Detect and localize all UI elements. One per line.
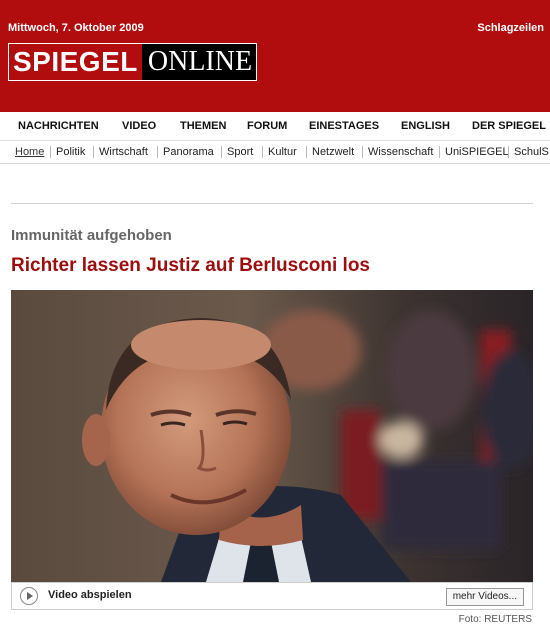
content-divider [11, 203, 533, 204]
nav-forum[interactable]: FORUM [247, 112, 287, 140]
subnav-schulspiegel[interactable]: SchulS [511, 141, 550, 163]
subnav-separator [221, 146, 222, 158]
article-kicker: Immunität aufgehoben [11, 227, 172, 244]
subnav-sport[interactable]: Sport [224, 141, 256, 163]
nav-themen[interactable]: THEMEN [180, 112, 226, 140]
subnav-panorama[interactable]: Panorama [160, 141, 217, 163]
subnav-politik[interactable]: Politik [53, 141, 88, 163]
nav-der-spiegel[interactable]: DER SPIEGEL [472, 112, 546, 140]
subnav-wissenschaft[interactable]: Wissenschaft [365, 141, 436, 163]
nav-video[interactable]: VIDEO [122, 112, 156, 140]
subnav-separator [508, 146, 509, 158]
current-date: Mittwoch, 7. Oktober 2009 [8, 22, 144, 34]
subnav-separator [93, 146, 94, 158]
article-headline[interactable]: Richter lassen Justiz auf Berlusconi los [11, 255, 370, 277]
video-bar: Video abspielen mehr Videos... [11, 582, 533, 610]
subnav-unispiegel[interactable]: UniSPIEGEL [442, 141, 512, 163]
schlagzeilen-link[interactable]: Schlagzeilen [477, 22, 544, 34]
subnav-separator [306, 146, 307, 158]
subnav-netzwelt[interactable]: Netzwelt [309, 141, 357, 163]
subnav-kultur[interactable]: Kultur [265, 141, 300, 163]
photo-credit: Foto: REUTERS [458, 614, 532, 625]
subnav-wirtschaft[interactable]: Wirtschaft [96, 141, 151, 163]
spiegel-online-logo[interactable]: SPIEGEL ONLINE [8, 43, 258, 81]
logo-online: ONLINE [141, 44, 257, 80]
berlusconi-photo-illustration [11, 290, 533, 582]
play-icon[interactable] [20, 587, 38, 605]
sub-navigation: Home Politik Wirtschaft Panorama Sport K… [0, 141, 550, 164]
logo-spiegel: SPIEGEL [9, 44, 142, 80]
main-navigation: NACHRICHTEN VIDEO THEMEN FORUM EINESTAGE… [0, 112, 550, 141]
nav-einestages[interactable]: EINESTAGES [309, 112, 379, 140]
subnav-separator [50, 146, 51, 158]
more-videos-button[interactable]: mehr Videos... [445, 588, 524, 606]
subnav-separator [362, 146, 363, 158]
masthead: Mittwoch, 7. Oktober 2009 Schlagzeilen S… [0, 0, 550, 112]
subnav-separator [262, 146, 263, 158]
nav-english[interactable]: ENGLISH [401, 112, 450, 140]
subnav-separator [439, 146, 440, 158]
nav-nachrichten[interactable]: NACHRICHTEN [18, 112, 99, 140]
article-photo[interactable] [11, 290, 533, 582]
subnav-separator [157, 146, 158, 158]
play-video-label[interactable]: Video abspielen [48, 589, 132, 601]
subnav-home[interactable]: Home [12, 141, 47, 163]
